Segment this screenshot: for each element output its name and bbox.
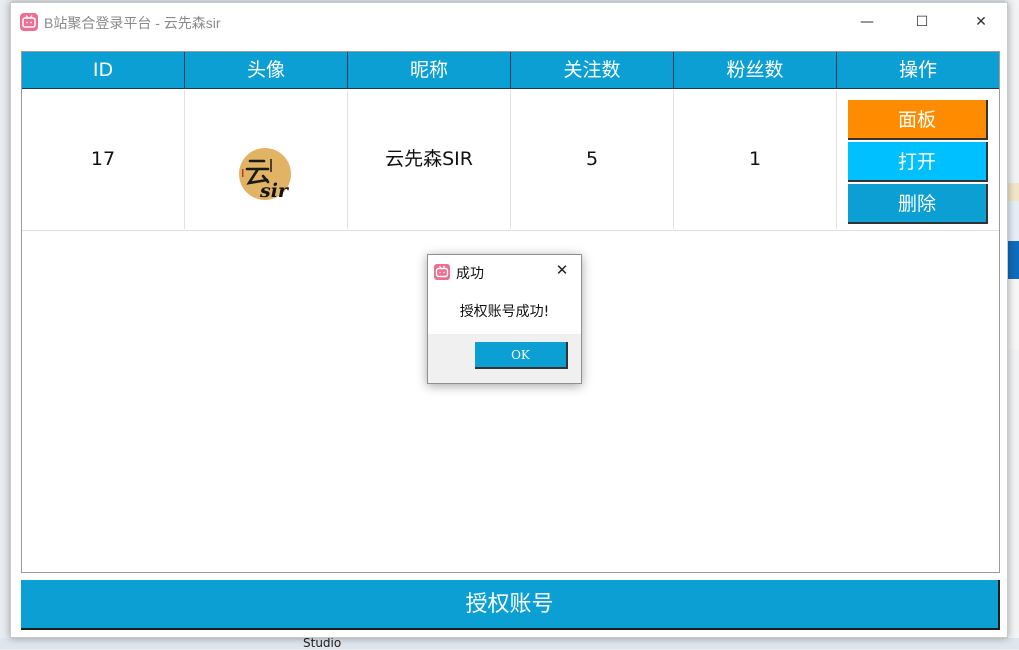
cell-following: 5 (511, 90, 674, 229)
desktop-fragment-3 (1008, 241, 1019, 279)
desktop-fragment-1 (1008, 183, 1019, 201)
yun-sir-logo: sir (239, 148, 291, 202)
dialog-title: 成功 (456, 266, 484, 282)
maximize-button[interactable]: ☐ (900, 7, 944, 37)
header-nickname[interactable]: 昵称 (348, 52, 511, 89)
panel-button[interactable]: 面板 (848, 100, 988, 140)
header-actions[interactable]: 操作 (837, 52, 999, 89)
title-bar[interactable]: B站聚合登录平台 - 云先森sir — ☐ ✕ (11, 3, 1007, 41)
desktop-fragment-4 (1008, 279, 1019, 349)
dialog-close-button[interactable]: ✕ (552, 260, 572, 280)
open-button[interactable]: 打开 (848, 142, 988, 182)
dialog-message: 授权账号成功! (459, 304, 550, 320)
cell-followers: 1 (674, 90, 837, 229)
header-following[interactable]: 关注数 (511, 52, 674, 89)
cell-avatar: sir (185, 90, 348, 229)
desktop-fragment-2 (1008, 201, 1019, 241)
table-header: ID 头像 昵称 关注数 粉丝数 操作 (22, 52, 999, 90)
delete-button[interactable]: 删除 (848, 184, 988, 224)
header-avatar[interactable]: 头像 (185, 52, 348, 89)
header-id[interactable]: ID (22, 52, 185, 89)
close-window-button[interactable]: ✕ (959, 7, 1003, 37)
avatar: sir (238, 130, 296, 202)
dialog-footer: OK (428, 334, 581, 383)
avatar-logo-text: sir (259, 180, 290, 202)
desktop-bottom (0, 638, 1019, 649)
minimize-button[interactable]: — (845, 7, 889, 37)
success-dialog: 成功 ✕ 授权账号成功! OK (427, 254, 582, 384)
bilibili-tv-icon (434, 264, 450, 280)
authorize-account-button[interactable]: 授权账号 (21, 580, 1000, 630)
header-followers[interactable]: 粉丝数 (674, 52, 837, 89)
bilibili-tv-icon (20, 13, 38, 31)
desktop-taskbar-label: Studio (303, 636, 342, 650)
cell-id: 17 (22, 90, 185, 229)
dialog-ok-button[interactable]: OK (475, 342, 568, 369)
table-row[interactable]: 17 sir 云先森SIR 5 1 面板 打开 删除 (22, 90, 999, 231)
window-title: B站聚合登录平台 - 云先森sir (44, 15, 221, 31)
cell-nickname: 云先森SIR (348, 90, 511, 229)
cell-actions: 面板 打开 删除 (837, 90, 999, 229)
